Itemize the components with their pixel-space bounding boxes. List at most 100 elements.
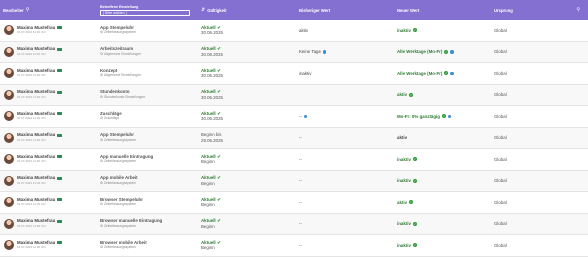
check-icon: ✔ xyxy=(217,218,221,224)
sort-icon[interactable]: ⇵ xyxy=(201,7,205,13)
new-value: inaktiv xyxy=(397,156,411,162)
origin-cell: Global xyxy=(491,85,588,106)
check-icon: ✔ xyxy=(217,175,221,181)
avatar xyxy=(4,68,14,79)
validity-cell: Aktuell ✔ 30.06.2025 xyxy=(198,85,296,106)
avatar xyxy=(4,111,14,122)
old-value-cell: -- xyxy=(296,214,394,235)
check-circle-icon: ✓ xyxy=(412,243,417,248)
validity-date: 29.06.2025 xyxy=(201,137,223,143)
old-value-cell xyxy=(296,85,394,106)
origin-cell: Global xyxy=(491,214,588,235)
new-value: inaktiv xyxy=(397,221,411,227)
new-value: aktiv xyxy=(397,92,408,98)
check-circle-icon: ✓ xyxy=(409,92,414,97)
validity-date: 30.06.2025 xyxy=(201,94,223,100)
badge-icon xyxy=(56,176,62,180)
old-value-cell: -- xyxy=(296,149,394,170)
check-circle-icon: ✓ xyxy=(444,71,449,76)
avatar xyxy=(4,175,14,186)
table-row[interactable]: Maxima Mustefrau 01.07.2024 11:30 Uhr Konz… xyxy=(0,63,588,85)
settings-icon: ⚙ xyxy=(100,51,103,56)
activity-cell: App mobile Arbeit ⚙ Zeiterfassungssystem xyxy=(97,171,198,192)
activity-cell: Konzept ⚙ Allgemeine Einstellungen xyxy=(97,63,198,84)
col-activity-label: Betroffene Einstellung xyxy=(100,4,139,9)
badge-icon xyxy=(56,26,62,29)
search-icon[interactable]: ⚲ xyxy=(26,7,30,13)
table-row[interactable]: Maxima Mustefrau 01.07.2024 11:30 Uhr App … xyxy=(0,127,588,149)
table-row[interactable]: Maxima Mustefrau 01.07.2024 11:30 Uhr App … xyxy=(0,20,588,42)
table-row[interactable]: Maxima Mustefrau 01.07.2024 11:30 Uhr Brow… xyxy=(0,192,588,214)
editor-timestamp: 01.07.2024 11:30 Uhr xyxy=(17,180,46,185)
col-origin[interactable]: Ursprung ⚲ xyxy=(491,0,588,20)
table-row[interactable]: Maxima Mustefrau 01.07.2024 11:30 Uhr Stun… xyxy=(0,84,588,106)
origin-cell: Global xyxy=(491,149,588,170)
change-log-table: Bearbeiter ⚲ Betroffene Einstellung [ Bi… xyxy=(0,0,588,257)
badge-icon xyxy=(56,155,62,158)
table-row[interactable]: Maxima Mustefrau 01.07.2024 11:30 Uhr Zusc… xyxy=(0,106,588,128)
new-value-cell: inaktiv ✓ xyxy=(394,171,491,192)
activity-sub-wrap: ⚙ Zeiterfassungssystem xyxy=(100,202,136,208)
origin-cell: Global xyxy=(491,63,588,84)
badge-icon xyxy=(56,90,62,94)
old-value: Keine Tage xyxy=(299,49,321,55)
activity-sub-wrap: ⚙ Allgemeine Einstellungen xyxy=(100,52,141,58)
old-value: inaktiv xyxy=(299,70,312,76)
validity-date: 30.06.2025 xyxy=(201,73,223,79)
col-new-value: Neuer Wert xyxy=(394,0,491,20)
new-value-cell: inaktiv ✓ xyxy=(394,20,491,41)
validity-cell: Aktuell ✔ 30.06.2025 xyxy=(198,20,296,41)
activity-sub-wrap: ⚙ Zeiterfassungssystem xyxy=(100,181,136,187)
old-value-cell: aktiv xyxy=(296,20,394,41)
validity-date: Beginn xyxy=(201,223,215,229)
settings-icon: ⚙ xyxy=(100,159,103,164)
old-value: -- xyxy=(299,113,302,119)
info-icon[interactable] xyxy=(322,50,327,54)
editor-timestamp: 01.07.2024 11:30 Uhr xyxy=(17,30,46,35)
activity-cell: App manuelle Eintragung ⚙ Zeiterfassungssy… xyxy=(97,149,198,170)
editor-timestamp: 01.07.2024 11:30 Uhr xyxy=(17,73,46,78)
origin-cell: Global xyxy=(491,42,588,63)
table-row[interactable]: Maxima Mustefrau 01.07.2024 11:30 Uhr Brow… xyxy=(0,235,588,257)
table-row[interactable]: Maxima Mustefrau 01.07.2024 11:30 Uhr App … xyxy=(0,170,588,192)
search-icon[interactable]: ⚲ xyxy=(576,7,580,13)
origin-value: Global xyxy=(494,92,507,98)
validity-cell: Aktuell ✔ Beginn xyxy=(198,192,296,213)
activity-sub-wrap: ⚙ Zeiterfassungssystem xyxy=(100,138,136,144)
table-row[interactable]: Maxima Mustefrau 01.07.2024 11:30 Uhr Arbe… xyxy=(0,41,588,63)
activity-filter-select[interactable]: [ Bitte wählen ] xyxy=(100,9,190,16)
info-icon[interactable] xyxy=(450,71,454,75)
table-row[interactable]: Maxima Mustefrau 01.07.2024 11:30 Uhr App … xyxy=(0,149,588,171)
validity-cell: Aktuell ✔ Beginn xyxy=(198,214,296,235)
info-icon[interactable] xyxy=(450,50,454,54)
origin-value: Global xyxy=(494,113,507,119)
activity-cell: App Stempeluhr ⚙ Zeiterfassungssystem xyxy=(97,20,198,41)
avatar xyxy=(4,240,14,251)
info-icon[interactable] xyxy=(447,114,452,118)
settings-icon: ⚙ xyxy=(100,73,103,78)
table-row[interactable]: Maxima Mustefrau 01.07.2024 11:30 Uhr Brow… xyxy=(0,213,588,235)
editor-cell: Maxima Mustefrau 01.07.2024 11:30 Uhr xyxy=(0,128,97,149)
badge-icon xyxy=(56,198,62,201)
col-editor[interactable]: Bearbeiter ⚲ xyxy=(0,0,97,20)
check-icon: ✔ xyxy=(217,196,221,202)
info-icon[interactable] xyxy=(303,114,308,118)
origin-cell: Global xyxy=(491,235,588,256)
new-value: Mo-Fr: 0% ganztägig xyxy=(397,113,440,119)
editor-timestamp: 01.07.2024 11:30 Uhr xyxy=(17,94,46,99)
badge-icon xyxy=(56,241,62,244)
new-value: inaktiv xyxy=(397,27,411,33)
origin-value: Global xyxy=(494,49,507,55)
check-circle-icon: ✓ xyxy=(412,28,417,33)
activity-sub: Zeiterfassungssystem xyxy=(103,202,137,207)
new-value-cell: Mo-Fr: 0% ganztägig ✓ xyxy=(394,106,491,127)
activity-sub: Stundenkonto Einstellungen xyxy=(103,94,146,99)
editor-timestamp: 01.07.2024 11:30 Uhr xyxy=(17,159,46,164)
editor-cell: Maxima Mustefrau 01.07.2024 11:30 Uhr xyxy=(0,214,97,235)
check-circle-icon: ✓ xyxy=(441,114,446,119)
origin-value: Global xyxy=(494,221,507,227)
col-validity[interactable]: ⇵ Gültigkeit xyxy=(198,0,296,20)
validity-date: 30.06.2025 xyxy=(201,51,223,57)
new-value-cell: aktiv xyxy=(394,128,491,149)
validity-cell: Aktuell ✔ Beginn xyxy=(198,149,296,170)
